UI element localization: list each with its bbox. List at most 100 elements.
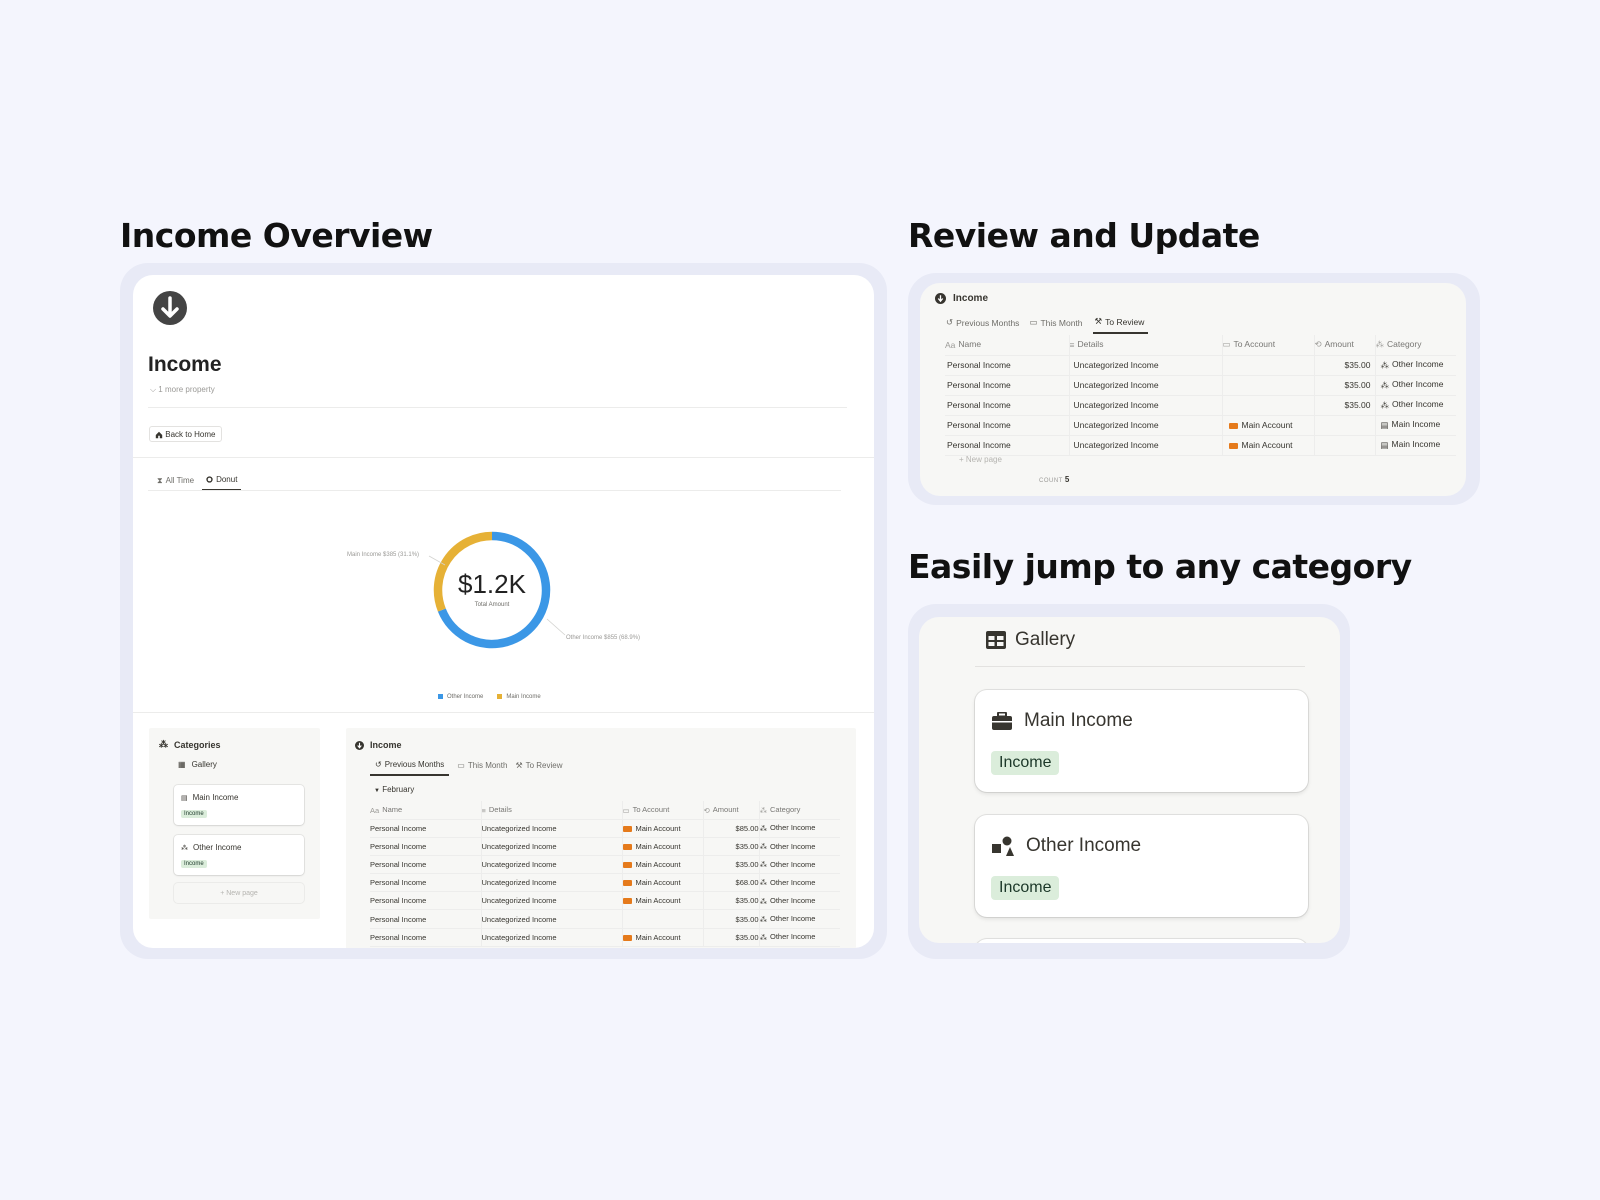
cell-details[interactable]: Uncategorized Income [1069,435,1223,456]
categories-header[interactable]: ⁂ Categories [159,739,221,750]
column-header-name[interactable]: Aa Name [945,335,1070,356]
table-row[interactable]: Personal Income Uncategorized Income $35.0… [945,355,1456,376]
table-row[interactable]: Personal Income Uncategorized Income $35.0… [945,395,1456,416]
cell-to-account[interactable]: Main Account [1222,415,1315,436]
legend-item-other[interactable]: Other Income [438,694,483,700]
gallery-card-partial[interactable] [975,939,1308,943]
group-toggle-february[interactable]: ▼ February [374,785,414,794]
table-row[interactable]: Personal Income Uncategorized Income Main … [370,928,840,947]
cell-to-account[interactable] [1222,375,1315,396]
column-header-to-account[interactable]: ▭ To Account [1222,335,1315,356]
cell-category[interactable]: ▤ Main Income [1375,415,1456,436]
cell-to-account[interactable]: Main Account [622,819,704,838]
new-page-button[interactable]: + New page [174,883,304,903]
cell-to-account[interactable]: Main Account [622,928,704,947]
cell-category[interactable]: ⁂ Other Income [759,909,840,929]
column-header-amount[interactable]: ⟲ Amount [703,801,760,820]
cell-category[interactable]: ⁂ Other Income [759,819,840,838]
cell-category[interactable]: ⁂ Other Income [759,855,840,875]
table-row[interactable]: Personal Income Uncategorized Income Main … [370,837,840,856]
cell-category[interactable]: ⁂ Other Income [759,837,840,856]
income-table-header[interactable]: Income [355,740,402,750]
categories-gallery-view[interactable]: ▦ Gallery [178,760,217,769]
column-header-amount[interactable]: ⟲ Amount [1314,335,1376,356]
cell-to-account[interactable]: Main Account [622,837,704,856]
gallery-view-header[interactable]: Gallery [986,629,1075,651]
column-header-details[interactable]: ≡ Details [481,801,623,820]
tab-previous-months[interactable]: ↺ Previous Months [946,316,1019,334]
column-header-category[interactable]: ⁂ Category [759,801,840,820]
cell-details[interactable]: Uncategorized Income [481,837,623,856]
cell-details[interactable]: Uncategorized Income [1069,375,1223,396]
cell-to-account[interactable]: Main Account [622,891,704,911]
cell-category[interactable]: ⁂ Other Income [1375,395,1456,416]
arrow-down-circle-icon [355,740,364,750]
table-row[interactable]: Personal Income Uncategorized Income Main … [370,855,840,875]
cell-to-account[interactable]: Main Account [622,855,704,875]
cell-name[interactable]: Personal Income [370,928,482,947]
cell-details[interactable]: Uncategorized Income [481,909,623,929]
cell-name[interactable]: Personal Income [945,435,1070,456]
cell-category[interactable]: ⁂ Other Income [759,928,840,947]
table-row[interactable]: Personal Income Uncategorized Income $35.0… [945,375,1456,396]
table-row[interactable]: Personal Income Uncategorized Income Main … [945,415,1456,436]
cell-name[interactable]: Personal Income [370,837,482,856]
new-page-button[interactable]: + New page [959,455,1002,464]
cell-details[interactable]: Uncategorized Income [481,819,623,838]
gallery-card-other-income[interactable]: Other Income Income [975,815,1308,917]
cell-name[interactable]: Personal Income [370,909,482,929]
cell-details[interactable]: Uncategorized Income [481,855,623,875]
tab-to-review[interactable]: ⚒ To Review [1092,316,1149,334]
legend-item-main[interactable]: Main Income [497,694,541,700]
column-header-category[interactable]: ⁂ Category [1375,335,1456,356]
category-card-main[interactable]: ▤ Main Income Income [174,785,304,825]
cell-name[interactable]: Personal Income [945,375,1070,396]
back-to-home-button[interactable]: Back to Home [149,426,223,442]
tabs-underline [148,490,841,491]
table-row[interactable]: Personal Income Uncategorized Income Main … [945,435,1456,456]
review-table-header[interactable]: Income [935,293,988,304]
column-header-details[interactable]: ≡ Details [1069,335,1223,356]
count-footer[interactable]: COUNT 5 [1039,475,1070,484]
cell-name[interactable]: Personal Income [370,855,482,875]
cell-name[interactable]: Personal Income [370,873,482,893]
account-icon [622,880,632,887]
tab-to-review[interactable]: ⚒ To Review [515,760,562,776]
cell-details[interactable]: Uncategorized Income [481,873,623,893]
cell-details[interactable]: Uncategorized Income [1069,395,1223,416]
column-label: Name [382,804,403,814]
more-property-toggle[interactable]: ⌵ 1 more property [150,385,215,395]
cell-to-account[interactable] [1222,395,1315,416]
table-row[interactable]: Personal Income Uncategorized Income Main … [370,873,840,893]
cell-category[interactable]: ▤ Main Income [1375,435,1456,456]
cell-to-account[interactable]: Main Account [622,873,704,893]
table-row[interactable]: Personal Income Uncategorized Income $35.0… [370,909,840,929]
cell-name[interactable]: Personal Income [370,891,482,911]
cell-to-account[interactable] [1222,355,1315,376]
cell-to-account[interactable] [622,909,704,929]
cell-details[interactable]: Uncategorized Income [481,891,623,911]
table-row[interactable]: Personal Income Uncategorized Income Main … [370,891,840,911]
cell-category[interactable]: ⁂ Other Income [759,891,840,911]
tab-this-month[interactable]: ▭ This Month [1029,316,1082,334]
category-card-other[interactable]: ⁂ Other Income Income [174,835,304,875]
column-header-to-account[interactable]: ▭ To Account [622,801,704,820]
tab-all-time[interactable]: ⧗ All Time [157,475,194,491]
cell-name[interactable]: Personal Income [945,415,1070,436]
cell-name[interactable]: Personal Income [945,355,1070,376]
cell-to-account[interactable]: Main Account [1222,435,1315,456]
table-row[interactable]: Personal Income Uncategorized Income Main … [370,819,840,838]
gallery-card-main-income[interactable]: Main Income Income [975,690,1308,792]
cell-details[interactable]: Uncategorized Income [481,928,623,947]
cell-name[interactable]: Personal Income [370,819,482,838]
cell-category[interactable]: ⁂ Other Income [1375,355,1456,376]
cell-details[interactable]: Uncategorized Income [1069,355,1223,376]
cell-category[interactable]: ⁂ Other Income [1375,375,1456,396]
tab-previous-months[interactable]: ↺ Previous Months [370,760,450,776]
cell-category[interactable]: ⁂ Other Income [759,873,840,893]
column-header-name[interactable]: Aa Name [370,801,482,820]
cell-name[interactable]: Personal Income [945,395,1070,416]
tab-donut[interactable]: Donut [202,475,242,491]
cell-details[interactable]: Uncategorized Income [1069,415,1223,436]
tab-this-month[interactable]: ▭ This Month [457,760,507,776]
